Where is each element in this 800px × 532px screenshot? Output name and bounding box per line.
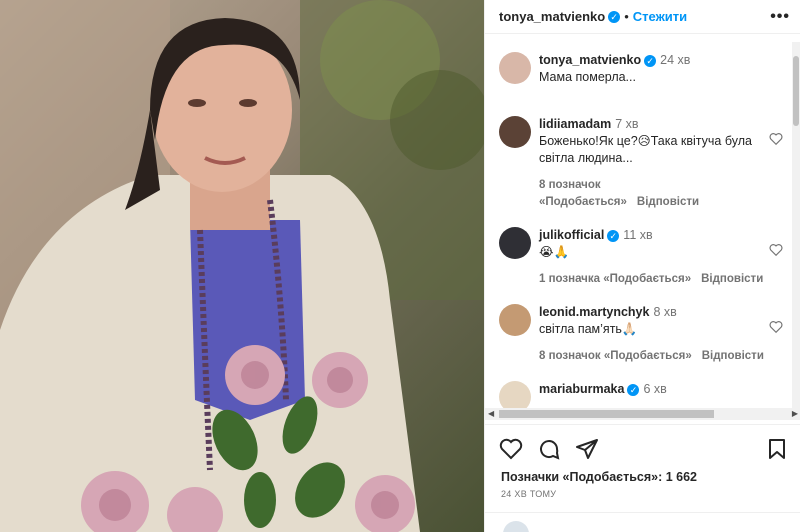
comments-list[interactable]: tonya_matvienko ✓ 24 хв Мама померла... li… bbox=[485, 42, 800, 408]
photo-illustration bbox=[0, 0, 484, 532]
share-icon[interactable] bbox=[575, 437, 599, 461]
vertical-scrollbar[interactable] bbox=[792, 42, 800, 408]
comment-username[interactable]: julikofficial bbox=[539, 228, 604, 242]
avatar[interactable] bbox=[499, 381, 531, 408]
comment-time[interactable]: 24 хв bbox=[660, 53, 690, 67]
likes-count[interactable]: Позначки «Подобається»: 1 662 bbox=[501, 470, 697, 484]
comment-time[interactable]: 6 хв bbox=[643, 382, 666, 396]
comment-likes[interactable]: 8 позначок «Подобається» bbox=[539, 350, 692, 362]
comment-text: 😭🙏 bbox=[539, 245, 570, 259]
follow-button[interactable]: Стежити bbox=[633, 9, 687, 24]
comment-username[interactable]: tonya_matvienko bbox=[539, 53, 641, 67]
comment-icon[interactable] bbox=[537, 437, 561, 461]
post-view: tonya_matvienko ✓ • Стежити ••• tonya_ma… bbox=[0, 0, 800, 532]
comment-username[interactable]: lidiiamadam bbox=[539, 117, 611, 131]
comment-row: lidiiamadam 7 хв Боженько!Як це?😥Така кві… bbox=[485, 86, 800, 211]
comment-time[interactable]: 8 хв bbox=[653, 305, 676, 319]
comment-time[interactable]: 11 хв bbox=[623, 228, 652, 242]
bookmark-icon[interactable] bbox=[765, 437, 789, 461]
post-photo bbox=[0, 0, 484, 532]
verified-icon: ✓ bbox=[607, 229, 620, 242]
comment-likes[interactable]: 8 позначок «Подобається» bbox=[539, 179, 627, 208]
heart-icon[interactable] bbox=[769, 320, 783, 334]
verified-icon: ✓ bbox=[608, 10, 621, 23]
avatar[interactable] bbox=[499, 116, 531, 148]
reply-button[interactable]: Відповісти bbox=[701, 273, 763, 285]
add-comment-area[interactable] bbox=[485, 512, 800, 532]
comment-likes[interactable]: 1 позначка «Подобається» bbox=[539, 273, 691, 285]
more-icon[interactable]: ••• bbox=[770, 8, 790, 26]
avatar[interactable] bbox=[499, 52, 531, 84]
post-timestamp: 24 ХВ ТОМУ bbox=[501, 489, 557, 499]
comment-text: світла пам’ять🙏🏻 bbox=[539, 322, 638, 336]
avatar bbox=[503, 521, 529, 532]
caption-row: tonya_matvienko ✓ 24 хв Мама померла... bbox=[485, 42, 800, 86]
reply-button[interactable]: Відповісти bbox=[637, 196, 699, 208]
post-actions bbox=[485, 424, 800, 464]
scroll-left-icon[interactable]: ◀ bbox=[488, 408, 494, 420]
heart-icon[interactable] bbox=[769, 243, 783, 257]
avatar[interactable] bbox=[499, 227, 531, 259]
header-separator: • bbox=[624, 9, 629, 24]
heart-icon[interactable] bbox=[769, 132, 783, 146]
header-username[interactable]: tonya_matvienko bbox=[499, 9, 605, 24]
horizontal-scrollbar[interactable]: ◀ ▶ bbox=[485, 408, 800, 420]
scroll-right-icon[interactable]: ▶ bbox=[792, 408, 798, 420]
comment-row: mariaburmaka ✓ 6 хв bbox=[485, 365, 800, 408]
verified-icon: ✓ bbox=[627, 383, 640, 396]
comment-row: julikofficial ✓ 11 хв 😭🙏 1 позначка «Подоб… bbox=[485, 211, 800, 288]
comment-username[interactable]: mariaburmaka bbox=[539, 382, 624, 396]
verified-icon: ✓ bbox=[644, 54, 657, 67]
comment-username[interactable]: leonid.martynchyk bbox=[539, 305, 649, 319]
reply-button[interactable]: Відповісти bbox=[702, 350, 764, 362]
comment-time[interactable]: 7 хв bbox=[615, 117, 638, 131]
comment-text: Мама померла... bbox=[539, 70, 636, 84]
avatar[interactable] bbox=[499, 304, 531, 336]
comment-row: leonid.martynchyk 8 хв світла пам’ять🙏🏻 8… bbox=[485, 288, 800, 365]
post-header: tonya_matvienko ✓ • Стежити ••• bbox=[485, 0, 800, 34]
heart-icon[interactable] bbox=[499, 437, 523, 461]
comment-text: Боженько!Як це?😥Така квітуча була світла… bbox=[539, 134, 752, 165]
comments-panel: tonya_matvienko ✓ • Стежити ••• tonya_ma… bbox=[484, 0, 800, 532]
